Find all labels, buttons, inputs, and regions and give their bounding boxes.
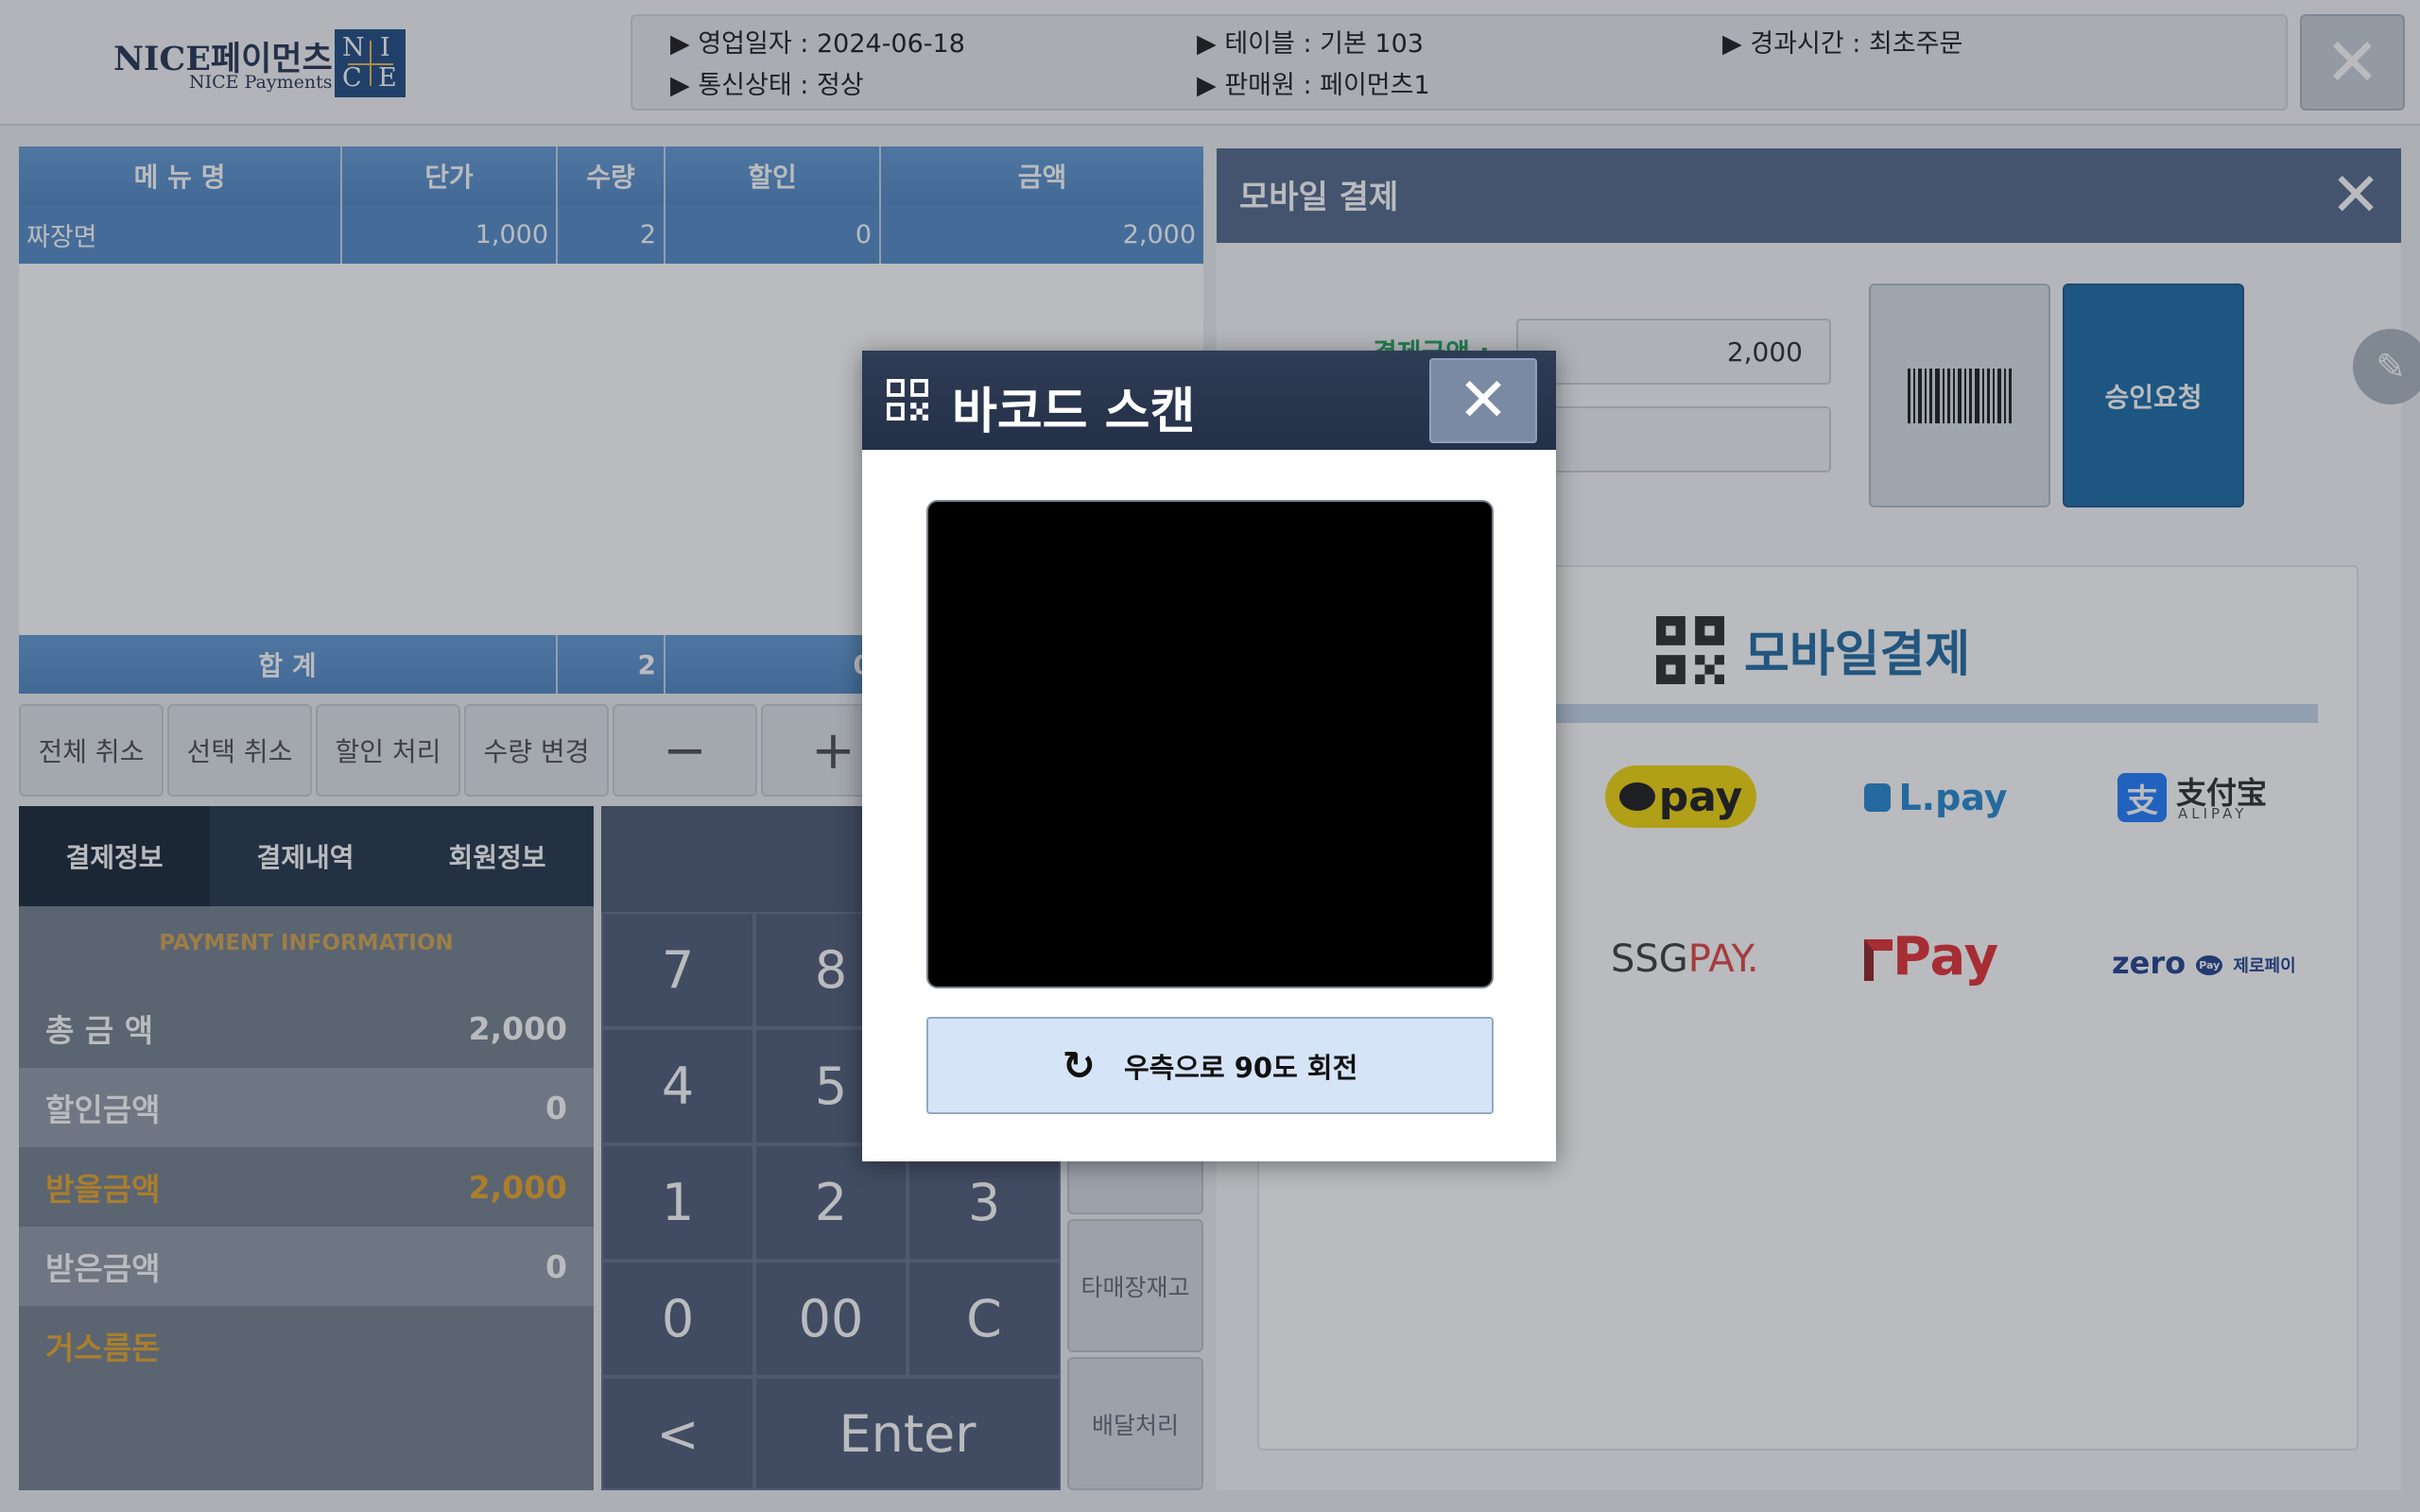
- rotate-label: 우측으로 90도 회전: [1123, 1051, 1358, 1084]
- camera-preview: [926, 500, 1494, 988]
- rotate-icon: ↻: [1062, 1042, 1096, 1089]
- modal-title: 바코드 스캔: [952, 384, 1196, 440]
- close-icon: ✕: [1458, 366, 1509, 436]
- barcode-scan-modal: 바코드 스캔 ✕ ↻ 우측으로 90도 회전: [862, 351, 1556, 1161]
- rotate-90-button[interactable]: ↻ 우측으로 90도 회전: [926, 1017, 1494, 1114]
- modal-header: 바코드 스캔 ✕: [862, 351, 1556, 450]
- modal-close-button[interactable]: ✕: [1429, 358, 1537, 443]
- qr-code-icon: [887, 379, 928, 421]
